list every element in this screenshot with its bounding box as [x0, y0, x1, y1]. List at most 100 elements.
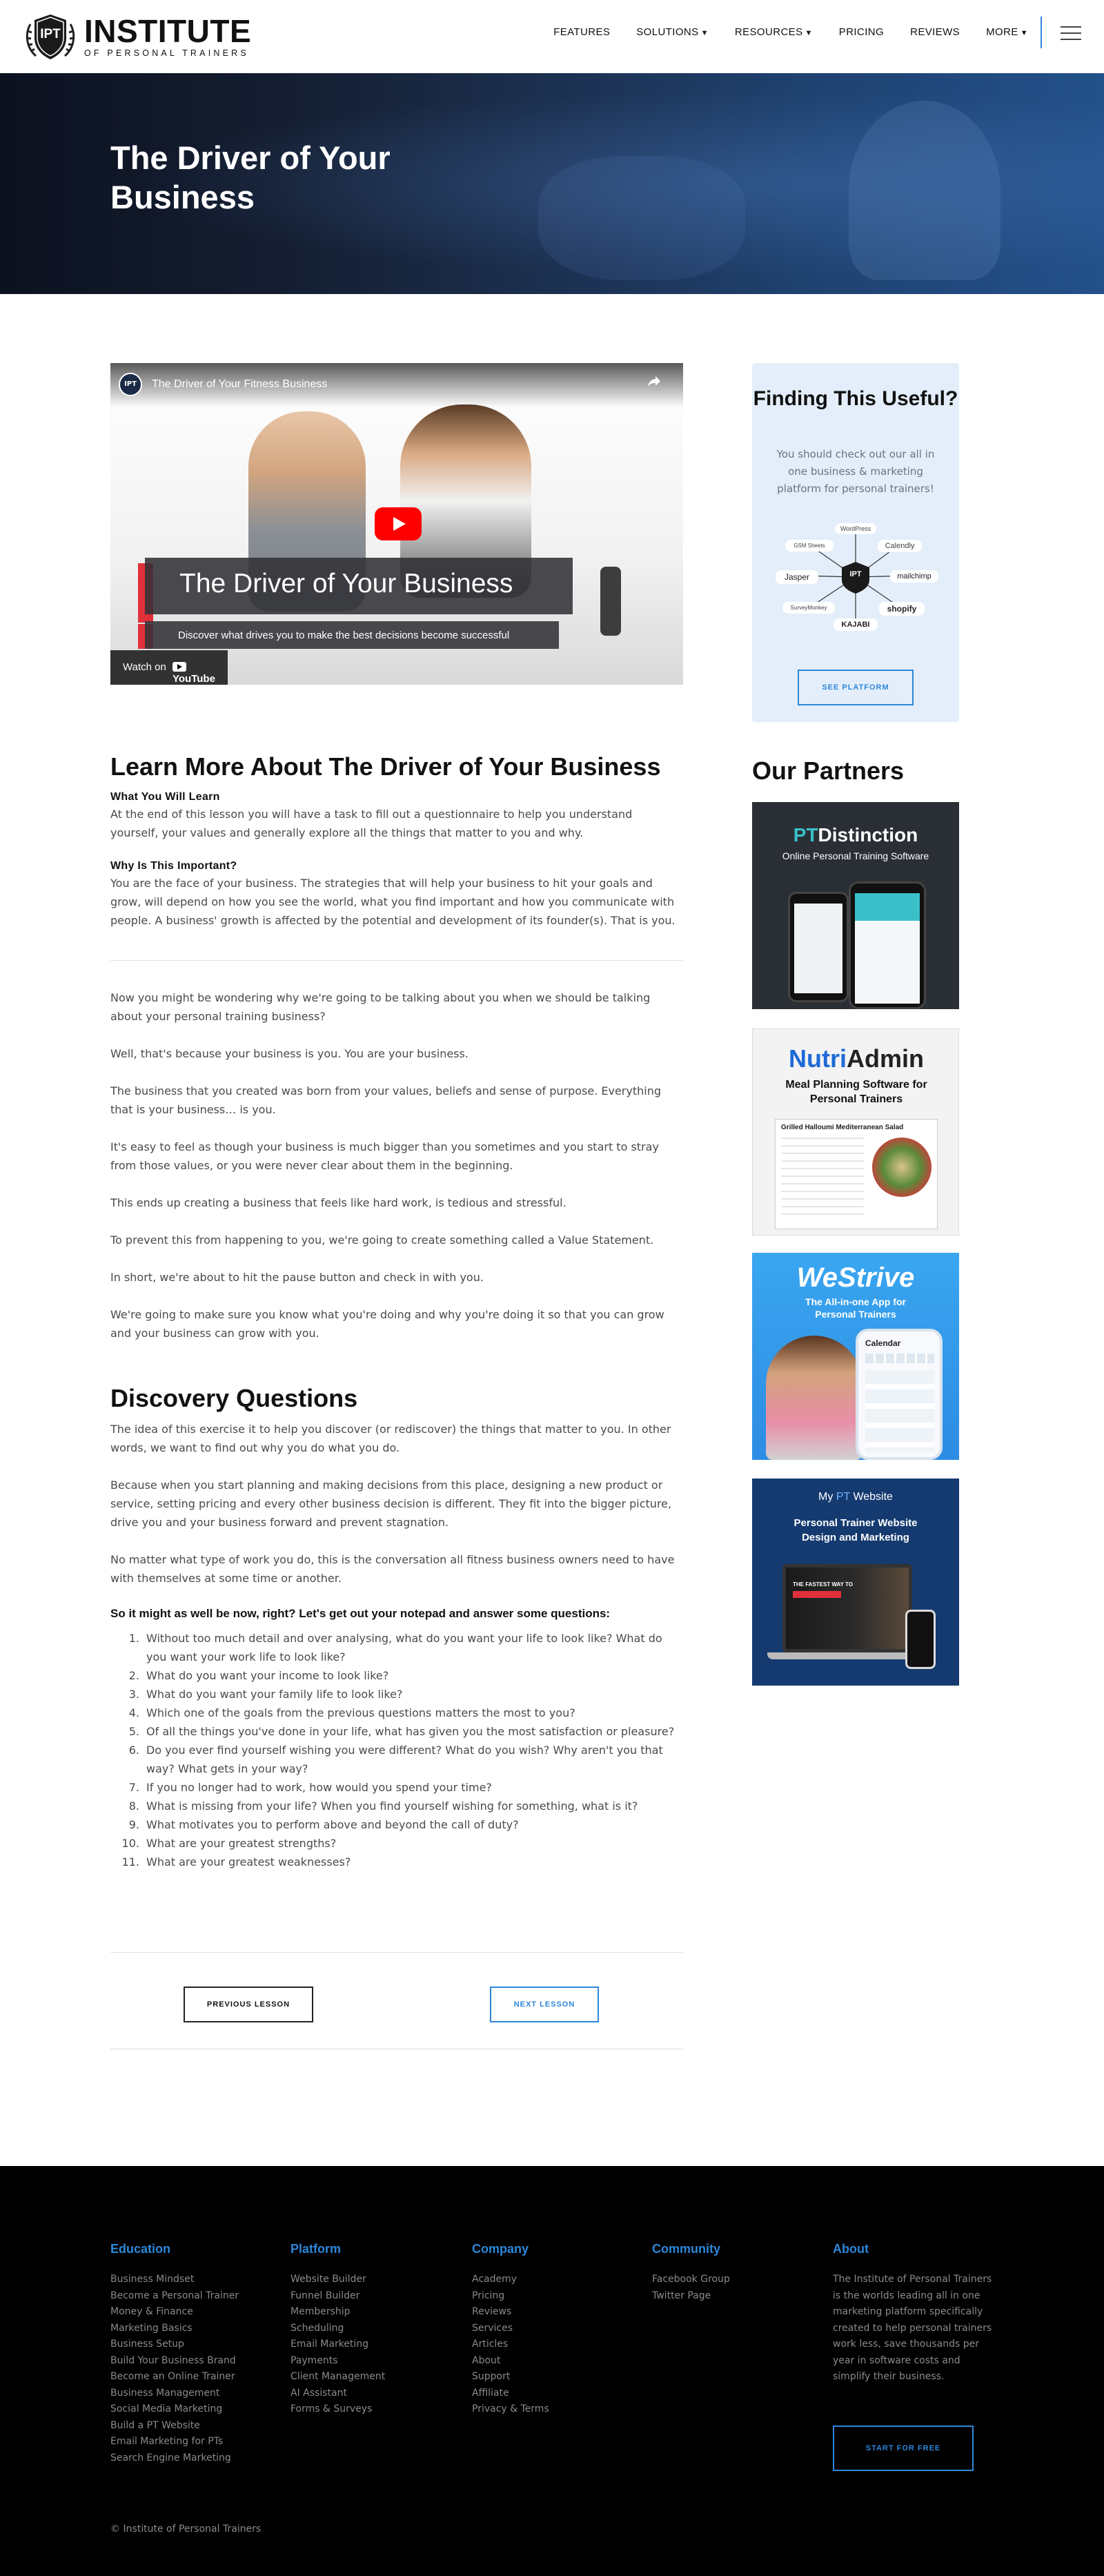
logo-subtitle: OF PERSONAL TRAINERS — [84, 48, 249, 58]
footer-link[interactable]: Client Management — [290, 2369, 385, 2385]
footer-link[interactable]: Business Mindset — [110, 2272, 239, 2288]
laptop-mockup: THE FASTEST WAY TO — [782, 1564, 912, 1652]
divider — [110, 1952, 683, 1953]
site-header: IPT INSTITUTE OF PERSONAL TRAINERS FEATU… — [0, 0, 1104, 73]
hero-banner: The Driver of Your Business — [0, 73, 1104, 294]
footer-link[interactable]: Funnel Builder — [290, 2288, 385, 2305]
calendly-logo: Calendly — [878, 540, 922, 552]
promo-text: You should check out our all in one busi… — [776, 448, 935, 495]
footer-link[interactable]: Affiliate — [472, 2385, 549, 2402]
nav-divider — [1041, 17, 1042, 48]
footer-link[interactable]: Support — [472, 2369, 549, 2385]
logo-title: INSTITUTE — [84, 13, 252, 49]
footer-link[interactable]: Marketing Basics — [110, 2321, 239, 2337]
footer-link[interactable]: Articles — [472, 2336, 549, 2353]
footer-link[interactable]: Website Builder — [290, 2272, 385, 2288]
footer-link[interactable]: Pricing — [472, 2288, 549, 2305]
footer-link[interactable]: Facebook Group — [652, 2272, 730, 2288]
body-paragraph: This ends up creating a business that fe… — [110, 1196, 566, 1209]
see-platform-button[interactable]: SEE PLATFORM — [798, 670, 914, 705]
partner-ad-nutriadmin[interactable]: NutriAdmin Meal Planning Software for Pe… — [752, 1028, 959, 1236]
site-footer: Education Business Mindset Become a Pers… — [0, 2166, 1104, 2576]
footer-link[interactable]: Build a PT Website — [110, 2418, 239, 2434]
footer-link[interactable]: Money & Finance — [110, 2304, 239, 2321]
learn-label: What You Will Learn — [110, 791, 220, 803]
chevron-down-icon: ▼ — [700, 29, 709, 37]
footer-link[interactable]: About — [472, 2353, 549, 2370]
list-item: 11. What are your greatest weaknesses? — [121, 1855, 351, 1868]
partners-heading: Our Partners — [752, 757, 905, 785]
why-label: Why Is This Important? — [110, 860, 237, 872]
footer-link[interactable]: Scheduling — [290, 2321, 385, 2337]
divider — [110, 960, 683, 961]
chevron-down-icon: ▼ — [1020, 29, 1028, 37]
footer-column-about: About The Institute of Personal Trainers… — [833, 2242, 996, 2385]
footer-link[interactable]: Academy — [472, 2272, 549, 2288]
start-for-free-button[interactable]: START FOR FREE — [833, 2426, 974, 2471]
jasper-logo: Jasper — [776, 570, 818, 584]
footer-link[interactable]: Membership — [290, 2304, 385, 2321]
footer-link[interactable]: Become a Personal Trainer — [110, 2288, 239, 2305]
share-icon[interactable] — [646, 373, 662, 389]
nav-reviews[interactable]: REVIEWS — [910, 26, 960, 38]
nav-pricing[interactable]: PRICING — [839, 26, 884, 38]
youtube-video-embed[interactable]: IPT The Driver of Your Fitness Business … — [110, 363, 683, 685]
next-lesson-button[interactable]: NEXT LESSON — [490, 1987, 599, 2022]
list-item: 5. Of all the things you've done in your … — [128, 1725, 675, 1738]
nav-features[interactable]: FEATURES — [553, 26, 610, 38]
nav-solutions[interactable]: SOLUTIONS ▼ — [636, 26, 709, 38]
footer-link[interactable]: Search Engine Marketing — [110, 2450, 239, 2467]
list-item: 3. What do you want your family life to l… — [128, 1688, 403, 1701]
footer-link[interactable]: Become an Online Trainer — [110, 2369, 239, 2385]
footer-column-platform: Platform Website Builder Funnel Builder … — [290, 2242, 385, 2418]
footer-link[interactable]: Payments — [290, 2353, 385, 2370]
previous-lesson-button[interactable]: PREVIOUS LESSON — [184, 1987, 313, 2022]
footer-link[interactable]: Social Media Marketing — [110, 2401, 239, 2418]
list-item: 6. Do you ever find yourself wishing you … — [128, 1744, 663, 1775]
footer-link[interactable]: Email Marketing — [290, 2336, 385, 2353]
video-caption: The Driver of Your Business — [179, 569, 513, 598]
nav-resources[interactable]: RESOURCES ▼ — [735, 26, 813, 38]
footer-link[interactable]: Services — [472, 2321, 549, 2337]
list-item: 1. Without too much detail and over analy… — [128, 1632, 662, 1663]
footer-link[interactable]: Reviews — [472, 2304, 549, 2321]
partner-ad-myptwebsite[interactable]: My PT Website Personal Trainer Website D… — [752, 1479, 959, 1686]
body-paragraph: Well, that's because your business is yo… — [110, 1047, 469, 1060]
kajabi-logo: KAJABI — [834, 618, 878, 631]
footer-column-company: Company Academy Pricing Reviews Services… — [472, 2242, 549, 2418]
footer-link[interactable]: Twitter Page — [652, 2288, 730, 2305]
footer-link[interactable]: Build Your Business Brand — [110, 2353, 239, 2370]
copyright-text: © Institute of Personal Trainers — [110, 2524, 262, 2535]
article-heading: Learn More About The Driver of Your Busi… — [110, 752, 661, 781]
footer-about-text: The Institute of Personal Trainers is th… — [833, 2274, 992, 2382]
partner-ad-westrive[interactable]: WeStrive The All-in-one App for Personal… — [752, 1253, 959, 1460]
list-item: 9. What motivates you to perform above an… — [128, 1818, 519, 1831]
watch-on-youtube-button[interactable]: Watch on YouTube — [110, 650, 228, 685]
body-paragraph: In short, we're about to hit the pause b… — [110, 1271, 484, 1284]
nav-more[interactable]: MORE ▼ — [986, 26, 1028, 38]
channel-avatar-icon[interactable]: IPT — [119, 373, 142, 396]
footer-link[interactable]: AI Assistant — [290, 2385, 385, 2402]
site-logo[interactable]: IPT INSTITUTE OF PERSONAL TRAINERS — [21, 10, 251, 63]
footer-link[interactable]: Forms & Surveys — [290, 2401, 385, 2418]
footer-link[interactable]: Privacy & Terms — [472, 2401, 549, 2418]
hamburger-icon[interactable] — [1061, 26, 1081, 41]
wordpress-logo: WordPress — [835, 523, 876, 534]
recipe-card: Grilled Halloumi Mediterranean Salad — [775, 1119, 938, 1229]
video-thumbnail-bottle — [600, 567, 621, 636]
body-paragraph: No matter what type of work you do, this… — [110, 1553, 675, 1585]
footer-link[interactable]: Business Setup — [110, 2336, 239, 2353]
video-title[interactable]: The Driver of Your Fitness Business — [152, 378, 327, 391]
list-item: 4. Which one of the goals from the previo… — [128, 1706, 575, 1719]
body-paragraph: We're going to make sure you know what y… — [110, 1308, 664, 1340]
trainer-photo — [766, 1336, 862, 1460]
questions-intro: So it might as well be now, right? Let's… — [110, 1607, 611, 1620]
mailchimp-logo: mailchimp — [890, 570, 938, 583]
footer-link[interactable]: Business Management — [110, 2385, 239, 2402]
integrations-diagram: IPT WordPress Calendly mailchimp shopify… — [766, 508, 945, 646]
logo-badge-icon: IPT — [21, 10, 80, 63]
footer-link[interactable]: Email Marketing for PTs — [110, 2434, 239, 2450]
partner-ad-ptdistinction[interactable]: PTDistinction Online Personal Training S… — [752, 802, 959, 1009]
video-subcaption: Discover what drives you to make the bes… — [178, 630, 510, 641]
play-button-icon[interactable] — [375, 507, 422, 540]
